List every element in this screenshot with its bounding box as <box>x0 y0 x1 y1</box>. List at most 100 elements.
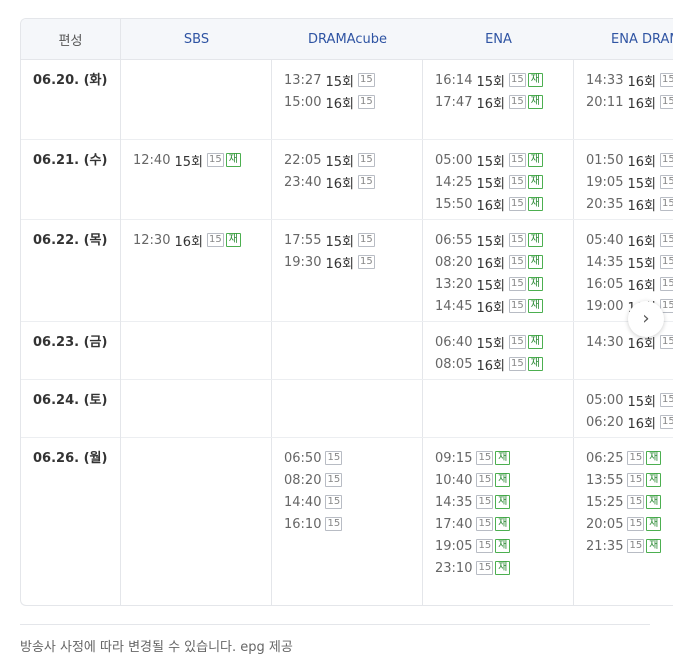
broadcast-slot: 17:47 16회 15 재 <box>435 91 574 113</box>
schedule-cell <box>121 322 272 380</box>
broadcast-slot: 13:27 15회 15 <box>284 69 423 91</box>
age-rating-badge: 15 <box>659 197 673 211</box>
age-rating-badge: 15 <box>659 175 673 189</box>
schedule-cell: 05:0015회1506:2016회15 <box>574 380 673 438</box>
rerun-badge: 재 <box>495 517 511 531</box>
channel-column-dramacube: DRAMAcube 13:27 15회 15 15:00 16회 15 22:05 15회 15… <box>272 19 423 605</box>
broadcast-slot: 21:35 15 재 <box>586 535 673 557</box>
broadcast-slot: 06:50 15 <box>284 447 423 469</box>
age-rating-badge: 15 <box>357 175 375 189</box>
age-rating-badge: 15 <box>325 451 343 465</box>
slot-time: 13:55 <box>586 472 624 488</box>
slot-time: 14:30 <box>586 334 624 350</box>
schedule-cell: 12:40 15회 15 재 <box>121 140 272 220</box>
age-rating-badge: 15 <box>508 197 526 211</box>
slot-episode: 16회 <box>325 176 354 192</box>
channel-column-ena: ENA 16:14 15회 15 재 17:47 16회 15 재 05:00 15회 15 재 14:… <box>423 19 574 605</box>
broadcast-slot: 08:20 15 <box>284 469 423 491</box>
broadcast-slot: 16:10 15 <box>284 513 423 535</box>
schedule-cell <box>272 322 423 380</box>
broadcast-slot: 23:10 15 재 <box>435 557 574 579</box>
date-label: 06.24. (토) <box>33 393 108 408</box>
slot-episode: 15회 <box>627 256 656 272</box>
date-label: 06.22. (목) <box>33 233 108 248</box>
slot-episode: 16회 <box>476 256 505 272</box>
slot-episode: 15회 <box>476 154 505 170</box>
age-rating-badge: 15 <box>476 495 494 509</box>
slot-episode: 16회 <box>476 300 505 316</box>
slot-time: 16:05 <box>586 276 624 292</box>
slot-episode: 16회 <box>325 256 354 272</box>
rerun-badge: 재 <box>527 175 543 189</box>
age-rating-badge: 15 <box>508 73 526 87</box>
rerun-badge: 재 <box>527 255 543 269</box>
slot-episode: 15회 <box>325 74 354 90</box>
slot-time: 06:55 <box>435 232 473 248</box>
date-label: 06.21. (수) <box>33 153 108 168</box>
slot-episode: 16회 <box>627 234 656 250</box>
broadcast-slot: 09:15 15 재 <box>435 447 574 469</box>
age-rating-badge: 15 <box>508 153 526 167</box>
rerun-badge: 재 <box>527 277 543 291</box>
rerun-badge: 재 <box>646 473 662 487</box>
age-rating-badge: 15 <box>508 233 526 247</box>
header-label: 편성 <box>21 19 120 60</box>
broadcast-slot: 06:2016회15 <box>586 411 673 433</box>
slot-episode: 15회 <box>476 74 505 90</box>
broadcast-slot: 19:05 15 재 <box>435 535 574 557</box>
channel-header-ena-drama[interactable]: ENA DRAMA <box>574 19 673 60</box>
age-rating-badge: 15 <box>206 233 224 247</box>
slot-time: 08:05 <box>435 356 473 372</box>
age-rating-badge: 15 <box>508 299 526 313</box>
slot-episode: 16회 <box>627 74 656 90</box>
rerun-badge: 재 <box>225 153 241 167</box>
slot-episode: 15회 <box>174 154 203 170</box>
next-page-button[interactable]: › <box>628 301 664 337</box>
age-rating-badge: 15 <box>659 335 673 349</box>
slot-time: 20:35 <box>586 196 624 212</box>
slot-time: 14:35 <box>435 494 473 510</box>
slot-time: 17:47 <box>435 94 473 110</box>
channel-column-sbs: SBS 12:40 15회 15 재 12:30 16회 15 재 <box>121 19 272 605</box>
broadcast-slot: 20:05 15 재 <box>586 513 673 535</box>
schedule-cell <box>121 438 272 605</box>
broadcast-slot: 06:25 15 재 <box>586 447 673 469</box>
slot-episode: 15회 <box>325 154 354 170</box>
age-rating-badge: 15 <box>659 255 673 269</box>
slot-episode: 16회 <box>476 358 505 374</box>
channel-header-ena[interactable]: ENA <box>423 19 574 60</box>
broadcast-slot: 14:45 16회 15 재 <box>435 295 574 317</box>
broadcast-slot: 06:40 15회 15 재 <box>435 331 574 353</box>
broadcast-slot: 14:3016회15 <box>586 331 673 353</box>
schedule-cell: 12:30 16회 15 재 <box>121 220 272 322</box>
broadcast-slot: 17:40 15 재 <box>435 513 574 535</box>
slot-time: 19:00 <box>586 298 624 314</box>
schedule-cell: 14:3316회1520:1116회15 <box>574 60 673 140</box>
slot-time: 06:20 <box>586 414 624 430</box>
schedule-cell: 06:50 15 08:20 15 14:40 15 16:10 15 <box>272 438 423 605</box>
age-rating-badge: 15 <box>659 73 673 87</box>
slot-time: 08:20 <box>284 472 322 488</box>
age-rating-badge: 15 <box>357 95 375 109</box>
broadcast-slot: 19:0515회15 <box>586 171 673 193</box>
slot-time: 21:35 <box>586 538 624 554</box>
slot-time: 19:30 <box>284 254 322 270</box>
slot-time: 19:05 <box>435 538 473 554</box>
channel-header-sbs[interactable]: SBS <box>121 19 272 60</box>
rerun-badge: 재 <box>646 539 662 553</box>
age-rating-badge: 15 <box>357 233 375 247</box>
broadcast-slot: 19:30 16회 15 <box>284 251 423 273</box>
slot-time: 12:30 <box>133 232 171 248</box>
age-rating-badge: 15 <box>659 233 673 247</box>
slot-time: 14:35 <box>586 254 624 270</box>
broadcast-slot: 05:0015회15 <box>586 389 673 411</box>
slot-time: 06:40 <box>435 334 473 350</box>
slot-episode: 16회 <box>476 96 505 112</box>
broadcast-slot: 05:00 15회 15 재 <box>435 149 574 171</box>
broadcast-slot: 10:40 15 재 <box>435 469 574 491</box>
age-rating-badge: 15 <box>325 473 343 487</box>
broadcast-slot: 16:14 15회 15 재 <box>435 69 574 91</box>
slot-episode: 16회 <box>476 198 505 214</box>
slot-episode: 16회 <box>627 96 656 112</box>
channel-header-dramacube[interactable]: DRAMAcube <box>272 19 423 60</box>
